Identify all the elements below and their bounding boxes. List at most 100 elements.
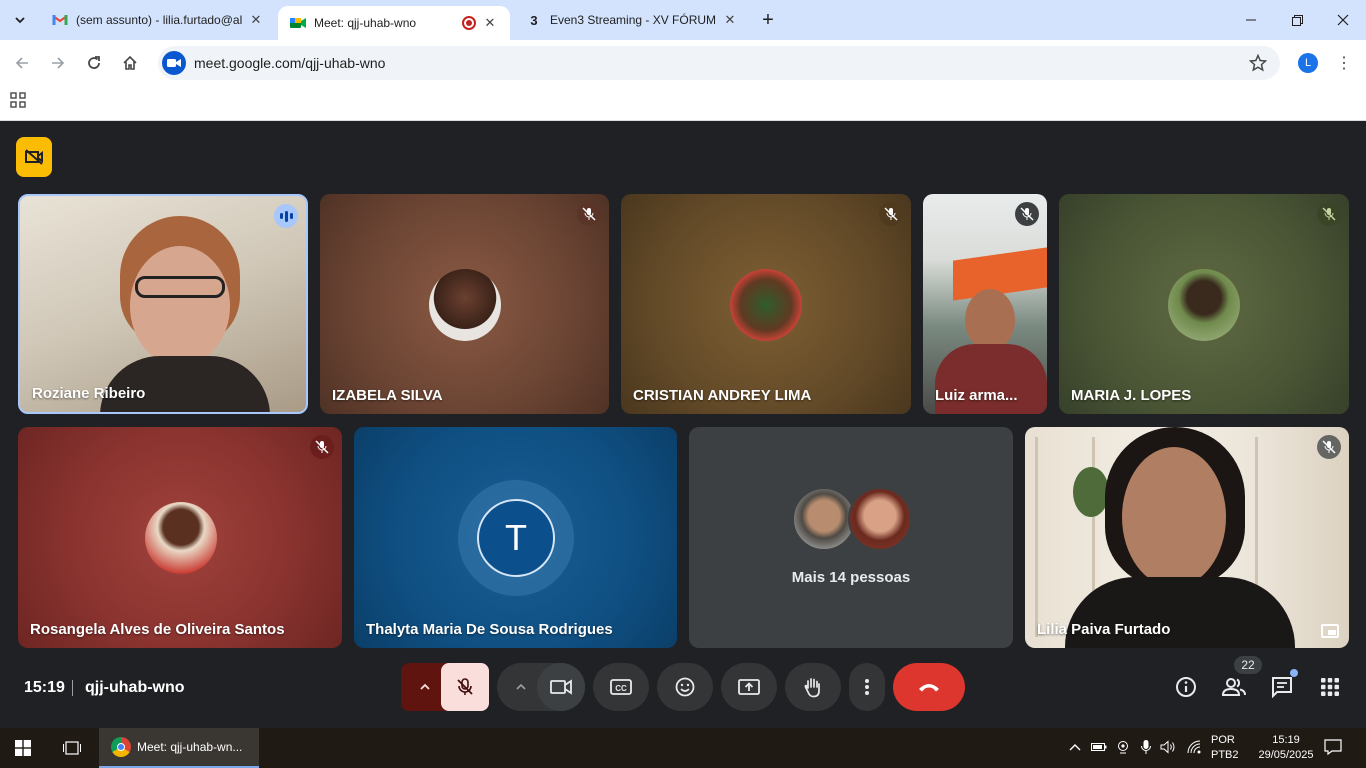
participant-tile[interactable]: CRISTIAN ANDREY LIMA: [621, 194, 911, 414]
more-options-button[interactable]: [849, 663, 885, 711]
back-button[interactable]: [8, 49, 36, 77]
participant-tile[interactable]: IZABELA SILVA: [320, 194, 609, 414]
even3-icon: 3: [530, 12, 538, 28]
microphone-toggle-button[interactable]: [441, 663, 489, 711]
emoji-icon: [675, 677, 695, 697]
camera-control-group: [497, 663, 585, 711]
close-window-button[interactable]: [1320, 0, 1366, 40]
people-button[interactable]: [1222, 675, 1246, 699]
address-bar[interactable]: meet.google.com/qjj-uhab-wno: [158, 46, 1280, 80]
reactions-button[interactable]: [657, 663, 713, 711]
participant-video: [923, 194, 1047, 414]
taskbar-app-label: Meet: qjj-uhab-wn...: [137, 740, 243, 754]
raise-hand-button[interactable]: [785, 663, 841, 711]
task-view-icon: [63, 741, 81, 755]
apps-grid-icon[interactable]: [10, 92, 30, 112]
task-view-button[interactable]: [50, 728, 94, 768]
volume-icon[interactable]: [1160, 738, 1178, 756]
clock-date: 29/05/2025: [1258, 749, 1314, 761]
participant-avatar: [429, 269, 501, 341]
clock-time: 15:19: [1272, 734, 1300, 746]
more-participants-tile[interactable]: Mais 14 pessoas: [689, 427, 1013, 648]
webcam-icon[interactable]: [1114, 738, 1132, 756]
browser-menu-icon[interactable]: ⋮: [1334, 52, 1354, 74]
windows-taskbar: Meet: qjj-uhab-wn... POR PTB2 15:19 29/0…: [0, 728, 1366, 768]
leave-call-button[interactable]: [893, 663, 965, 711]
chevron-up-icon: [516, 683, 526, 690]
camera-toggle-button[interactable]: [537, 663, 585, 711]
participant-tile[interactable]: MARIA J. LOPES: [1059, 194, 1349, 414]
close-icon[interactable]: ✕: [248, 12, 264, 28]
camera-off-indicator[interactable]: [16, 137, 52, 177]
notifications-icon[interactable]: [1324, 738, 1342, 756]
participant-tile[interactable]: Rosangela Alves de Oliveira Santos: [18, 427, 342, 648]
close-icon[interactable]: ✕: [722, 12, 738, 28]
present-screen-button[interactable]: [721, 663, 777, 711]
participant-count-badge: 22: [1234, 656, 1262, 674]
keyboard-layout: PTB2: [1211, 749, 1239, 761]
input-language-indicator[interactable]: POR PTB2: [1211, 733, 1239, 763]
participant-tile[interactable]: Luiz arma...: [923, 194, 1047, 414]
language-code: POR: [1211, 734, 1235, 746]
unread-dot-icon: [1290, 669, 1298, 677]
forward-button[interactable]: [44, 49, 72, 77]
participant-tile[interactable]: Lilia Paiva Furtado: [1025, 427, 1349, 648]
profile-avatar[interactable]: L: [1298, 53, 1318, 73]
chat-button[interactable]: [1270, 669, 1298, 699]
tab-meet[interactable]: Meet: qjj-uhab-wno ✕: [278, 6, 510, 40]
recording-icon: [462, 16, 476, 30]
meeting-details-button[interactable]: [1174, 675, 1198, 699]
browser-toolbar: meet.google.com/qjj-uhab-wno: [0, 40, 1366, 86]
mic-control-group: [401, 663, 489, 711]
tab-gmail[interactable]: (sem assunto) - lilia.furtado@al ✕: [40, 0, 276, 40]
home-icon: [123, 55, 137, 70]
mic-off-icon: [1015, 202, 1039, 226]
new-tab-button[interactable]: +: [756, 8, 780, 32]
meet-icon: [290, 15, 306, 31]
participant-avatar: [792, 487, 856, 551]
chevron-down-icon: [15, 17, 25, 24]
mic-off-icon: [879, 202, 903, 226]
battery-icon[interactable]: [1090, 738, 1108, 756]
tab-title: Meet: qjj-uhab-wno: [314, 16, 417, 30]
reload-button[interactable]: [80, 49, 108, 77]
browser-tab-bar: (sem assunto) - lilia.furtado@al ✕ Meet:…: [0, 0, 1366, 40]
tab-title: (sem assunto) - lilia.furtado@al: [76, 13, 242, 27]
video-options-button[interactable]: [505, 663, 537, 711]
meet-call-area: Roziane Ribeiro IZABELA SILVA CRISTIAN A…: [0, 121, 1366, 728]
start-button[interactable]: [0, 728, 46, 768]
video-off-icon: [25, 149, 43, 165]
chevron-up-icon[interactable]: [1066, 738, 1084, 756]
captions-button[interactable]: CC: [593, 663, 649, 711]
bookmark-star-icon[interactable]: [1248, 53, 1268, 73]
call-time: 15:19: [24, 679, 65, 696]
participant-initial-avatar: T: [477, 499, 555, 577]
minimize-button[interactable]: [1228, 0, 1274, 40]
mic-off-icon: [310, 435, 334, 459]
present-screen-icon: [738, 679, 760, 695]
participant-tile[interactable]: T Thalyta Maria De Sousa Rodrigues: [354, 427, 677, 648]
activities-button[interactable]: [1318, 675, 1342, 699]
wifi-icon[interactable]: [1186, 738, 1204, 756]
participant-name: Luiz arma...: [935, 387, 1018, 404]
restore-button[interactable]: [1274, 0, 1320, 40]
participant-name: IZABELA SILVA: [332, 387, 443, 404]
close-icon[interactable]: ✕: [482, 15, 498, 31]
arrow-right-icon: [52, 57, 65, 69]
participant-tile[interactable]: Roziane Ribeiro: [18, 194, 308, 414]
svg-text:CC: CC: [615, 684, 627, 693]
home-button[interactable]: [116, 49, 144, 77]
meet-site-icon[interactable]: [162, 51, 186, 75]
system-clock[interactable]: 15:19 29/05/2025: [1256, 733, 1316, 763]
video-camera-icon: [550, 679, 572, 695]
closed-captions-icon: CC: [610, 679, 632, 695]
microphone-icon[interactable]: [1137, 738, 1155, 756]
mic-off-icon: [1317, 435, 1341, 459]
bookmarks-bar: [0, 86, 1366, 121]
tab-even3[interactable]: 3 Even3 Streaming - XV FÓRUM I ✕: [514, 0, 750, 40]
taskbar-app-chrome[interactable]: Meet: qjj-uhab-wn...: [99, 728, 259, 768]
tab-search-button[interactable]: [6, 6, 34, 34]
pip-icon[interactable]: [1321, 624, 1339, 638]
participant-name: Lilia Paiva Furtado: [1037, 621, 1171, 638]
participant-name: MARIA J. LOPES: [1071, 387, 1192, 404]
